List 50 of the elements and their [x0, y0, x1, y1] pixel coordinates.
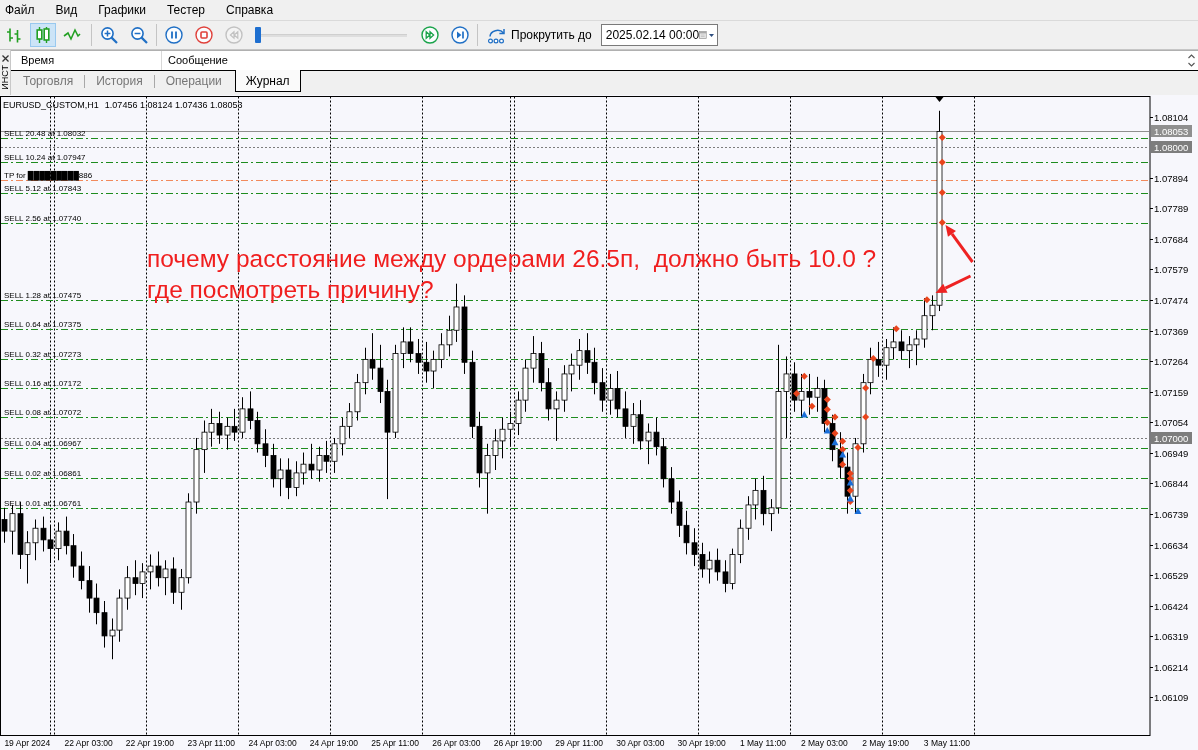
price-axis-label: 1.06424: [1154, 600, 1189, 612]
price-axis-label: 1.06949: [1154, 447, 1189, 459]
order-label: SELL 2.56 at 1.07740: [4, 214, 82, 223]
price-axis-label: 1.07684: [1154, 233, 1189, 245]
price-axis-label: 1.07264: [1154, 355, 1189, 367]
price-tag: 1.07000: [1151, 432, 1192, 444]
chart-title: EURUSD_CUSTOM,H1: [3, 100, 99, 111]
order-label: TP for █████████886: [4, 171, 93, 180]
ohlc-readout: 1.07456 1.08124 1.07436 1.08053: [104, 100, 243, 111]
time-axis-label: 1 May 11:00: [739, 738, 787, 748]
time-axis-label: 30 Apr 03:00: [616, 738, 665, 748]
time-axis-label: 24 Apr 19:00: [309, 738, 358, 748]
price-axis-label: 1.07054: [1154, 416, 1189, 428]
price-axis-label: 1.07894: [1154, 172, 1189, 184]
time-axis-label: 26 Apr 19:00: [493, 738, 542, 748]
price-axis-label: 1.06319: [1154, 630, 1189, 642]
price-axis-label: 1.06529: [1154, 569, 1189, 581]
price-axis-label: 1.06739: [1154, 508, 1189, 520]
price-axis-label: 1.07789: [1154, 202, 1189, 214]
price-axis-label: 1.06109: [1154, 691, 1189, 703]
price-tag: 1.08000: [1151, 141, 1192, 153]
time-axis-label: 29 Apr 11:00: [555, 738, 603, 748]
time-axis-label: 19 Apr 2024: [4, 738, 51, 748]
price-axis-label: 1.06634: [1154, 539, 1189, 551]
time-axis-label: 24 Apr 03:00: [248, 738, 297, 748]
time-axis-label: 2 May 19:00: [862, 738, 909, 748]
order-label: SELL 0.02 at 1.06861: [4, 469, 82, 478]
toolbox-label: ИНСТ: [0, 65, 10, 90]
time-axis-label: 22 Apr 19:00: [125, 738, 175, 748]
order-label: SELL 0.08 at 1.07072: [4, 408, 82, 417]
price-tag: 1.08053: [1151, 125, 1192, 137]
price-axis-label: 1.07159: [1154, 386, 1189, 398]
time-axis-label: 25 Apr 11:00: [371, 738, 419, 748]
price-axis-label: 1.07369: [1154, 325, 1189, 337]
price-axis-label: 1.07474: [1154, 294, 1189, 306]
time-axis-label: 22 Apr 03:00: [64, 738, 113, 748]
time-axis-label: 23 Apr 11:00: [187, 738, 236, 748]
time-axis-label: 26 Apr 03:00: [432, 738, 481, 748]
time-axis-label: 3 May 11:00: [923, 738, 970, 748]
chart-annotation: почему расстояние между ордерами 26.5п, должно быть 10.0 ?: [147, 245, 877, 272]
price-axis-label: 1.08104: [1154, 111, 1189, 123]
order-label: SELL 5.12 at 1.07843: [4, 184, 82, 193]
order-label: SELL 0.64 at 1.07375: [4, 320, 82, 329]
chart-annotation: где посмотреть причину?: [147, 276, 434, 303]
time-axis-label: 2 May 03:00: [800, 738, 848, 748]
order-label: SELL 0.32 at 1.07273: [4, 350, 82, 359]
price-axis-label: 1.07579: [1154, 263, 1189, 275]
time-axis-label: 30 Apr 19:00: [677, 738, 726, 748]
price-axis-label: 1.06214: [1154, 661, 1189, 673]
price-axis-label: 1.06844: [1154, 477, 1189, 489]
